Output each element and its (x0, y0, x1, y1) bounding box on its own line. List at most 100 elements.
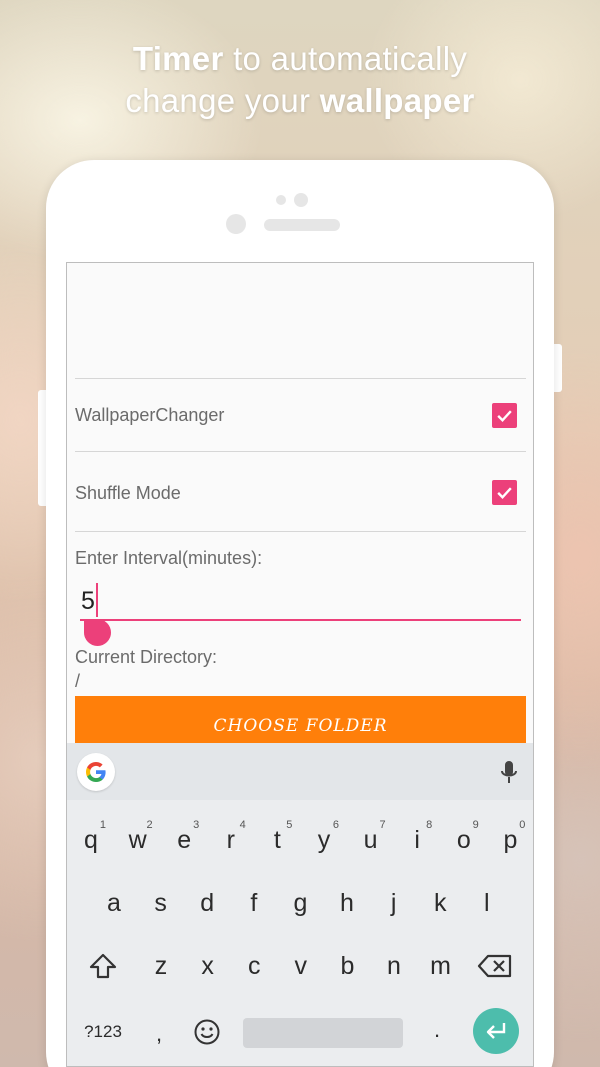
emoji-key[interactable] (185, 1007, 229, 1057)
key-label: j (390, 888, 397, 917)
key-b[interactable]: b (325, 941, 369, 991)
key-y[interactable]: y6 (302, 815, 346, 865)
wallpaper-changer-checkbox[interactable] (492, 403, 517, 428)
front-camera (226, 214, 246, 234)
backspace-icon (477, 954, 512, 978)
key-k[interactable]: k (418, 878, 462, 928)
key-label: c (247, 951, 261, 980)
key-hint: 3 (193, 819, 200, 831)
checkbox-checked-icon (497, 410, 512, 422)
key-hint: 6 (332, 819, 339, 831)
key-label: x (201, 951, 214, 980)
phone-side-button-left (38, 390, 46, 506)
key-label: p (503, 825, 518, 854)
key-t[interactable]: t5 (255, 815, 299, 865)
key-label: l (484, 888, 490, 917)
key-d[interactable]: d (185, 878, 229, 928)
symbols-key[interactable]: ?123 (79, 1007, 127, 1057)
key-label: g (293, 888, 308, 917)
key-i[interactable]: i8 (395, 815, 439, 865)
key-label: v (294, 951, 308, 980)
shift-icon (89, 953, 117, 979)
checkbox-checked-icon (497, 487, 512, 499)
key-n[interactable]: n (372, 941, 416, 991)
headline-line-2: change your wallpaper (125, 82, 475, 119)
cursor-handle[interactable] (84, 619, 111, 646)
mic-icon[interactable] (499, 759, 519, 787)
key-m[interactable]: m (419, 941, 463, 991)
choose-folder-button[interactable]: CHOOSE FOLDER (75, 696, 526, 748)
key-label: r (226, 825, 235, 854)
key-label: s (154, 888, 167, 917)
shift-key[interactable] (81, 941, 125, 991)
key-a[interactable]: a (92, 878, 136, 928)
phone-side-button-right (554, 344, 562, 392)
key-z[interactable]: z (139, 941, 183, 991)
key-l[interactable]: l (465, 878, 509, 928)
key-r[interactable]: r4 (209, 815, 253, 865)
key-label: e (177, 825, 192, 854)
headline-line-1: Timer to automatically (132, 40, 468, 77)
current-directory-label: Current Directory: (75, 647, 218, 667)
key-label: n (387, 951, 401, 980)
divider (75, 451, 526, 452)
key-label: h (340, 888, 354, 917)
key-label: a (107, 888, 121, 917)
key-h[interactable]: h (325, 878, 369, 928)
key-f[interactable]: f (232, 878, 276, 928)
headline: Timer to automatically change your wallp… (0, 38, 600, 122)
key-label: y (317, 825, 331, 854)
key-c[interactable]: c (232, 941, 276, 991)
key-hint: 2 (146, 819, 153, 831)
google-g-icon[interactable] (77, 753, 115, 791)
key-hint: 4 (239, 819, 246, 831)
key-hint: 8 (426, 819, 433, 831)
space-key[interactable] (243, 1018, 403, 1048)
key-label: w (128, 825, 147, 854)
sensor-dot (294, 193, 308, 207)
key-o[interactable]: o9 (442, 815, 486, 865)
key-g[interactable]: g (278, 878, 322, 928)
key-hint: 5 (286, 819, 293, 831)
soft-keyboard: ?123 , . q1w2e3r4t5y6u7i8o9p0asdfghjklzx… (67, 743, 533, 1066)
key-hint: 9 (472, 819, 479, 831)
key-w[interactable]: w2 (116, 815, 160, 865)
current-directory-value: / (75, 671, 81, 691)
emoji-icon (194, 1019, 220, 1045)
key-x[interactable]: x (186, 941, 230, 991)
sensor-dot (276, 195, 286, 205)
key-q[interactable]: q1 (69, 815, 113, 865)
comma-key[interactable]: , (137, 1009, 181, 1059)
divider (75, 531, 526, 532)
period-key[interactable]: . (415, 1005, 459, 1055)
phone-speaker (264, 219, 340, 231)
key-label: t (273, 825, 281, 854)
key-u[interactable]: u7 (349, 815, 393, 865)
key-e[interactable]: e3 (162, 815, 206, 865)
key-label: q (84, 825, 98, 854)
enter-key[interactable] (473, 1008, 519, 1054)
enter-icon (486, 1023, 506, 1039)
backspace-key[interactable] (473, 941, 517, 991)
suggestion-bar (67, 743, 533, 800)
key-p[interactable]: p0 (488, 815, 532, 865)
key-label: o (456, 825, 471, 854)
key-hint: 0 (519, 819, 526, 831)
key-label: m (430, 951, 451, 980)
key-s[interactable]: s (139, 878, 183, 928)
key-hint: 7 (379, 819, 386, 831)
key-label: f (250, 888, 258, 917)
interval-input-value: 5 (81, 587, 95, 615)
shuffle-mode-checkbox[interactable] (492, 480, 517, 505)
key-label: d (200, 888, 215, 917)
wallpaper-changer-label: WallpaperChanger (75, 405, 225, 425)
app-screen: WallpaperChanger Shuffle Mode Enter Inte… (66, 262, 534, 1067)
interval-label: Enter Interval(minutes): (75, 548, 263, 568)
key-v[interactable]: v (279, 941, 323, 991)
interval-input-underline (80, 619, 521, 621)
key-label: i (414, 825, 420, 854)
key-hint: 1 (99, 819, 106, 831)
shuffle-mode-label: Shuffle Mode (75, 483, 181, 503)
key-j[interactable]: j (372, 878, 416, 928)
key-label: z (154, 951, 168, 980)
